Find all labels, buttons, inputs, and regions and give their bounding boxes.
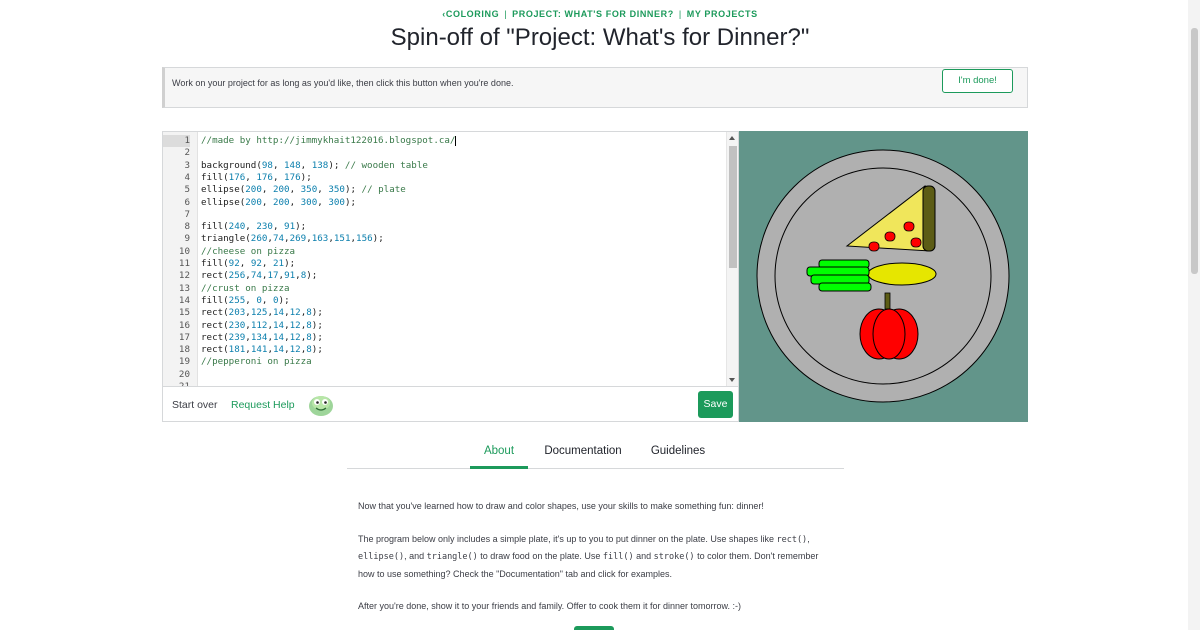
code-line[interactable]: 8 fill(240, 230, 91); xyxy=(163,221,723,233)
code-line[interactable]: 3 background(98, 148, 138); // wooden tab… xyxy=(163,160,723,172)
output-canvas[interactable] xyxy=(739,131,1028,422)
code-text[interactable]: rect(181,141,14,12,8); xyxy=(201,344,323,356)
scroll-up-icon[interactable] xyxy=(729,136,735,140)
scroll-down-icon[interactable] xyxy=(729,378,735,382)
breadcrumb-separator: | xyxy=(678,9,682,19)
code-rect: rect() xyxy=(776,534,808,545)
line-number: 14 xyxy=(178,294,190,306)
line-number: 1 xyxy=(163,135,190,148)
line-number: 4 xyxy=(184,171,190,183)
code-line[interactable]: 12 rect(256,74,17,91,8); xyxy=(163,270,723,282)
breadcrumb-item-coloring[interactable]: COLORING xyxy=(446,9,499,19)
about-paragraph-1: Now that you've learned how to draw and … xyxy=(358,501,764,511)
line-number: 16 xyxy=(178,319,190,331)
line-number: 13 xyxy=(178,282,190,294)
code-line[interactable]: 18 rect(181,141,14,12,8); xyxy=(163,344,723,356)
code-fill: fill() xyxy=(602,552,634,562)
editor-scrollbar-thumb[interactable] xyxy=(729,146,737,268)
request-help-button[interactable]: Request Help xyxy=(231,399,295,411)
code-text[interactable]: fill(240, 230, 91); xyxy=(201,221,306,233)
line-number: 18 xyxy=(178,344,190,356)
page-title: Spin-off of "Project: What's for Dinner?… xyxy=(390,24,810,51)
help-avatar-icon[interactable] xyxy=(307,392,335,418)
code-text[interactable]: fill(255, 0, 0); xyxy=(201,295,290,307)
done-bar-message: Work on your project for as long as you'… xyxy=(172,78,514,88)
tab-about[interactable]: About xyxy=(470,445,528,469)
code-text[interactable]: //crust on pizza xyxy=(201,283,290,295)
im-done-button[interactable]: I'm done! xyxy=(942,69,1013,93)
info-tabs: About Documentation Guidelines xyxy=(347,435,844,469)
code-line[interactable]: 4 fill(176, 176, 176); xyxy=(163,172,723,184)
next-button[interactable] xyxy=(574,626,614,630)
tab-guidelines[interactable]: Guidelines xyxy=(643,445,713,469)
code-line[interactable]: 11 fill(92, 92, 21); xyxy=(163,258,723,270)
line-number: 7 xyxy=(184,208,190,220)
dinner-drawing xyxy=(756,149,1010,403)
code-text[interactable]: //made by http://jimmykhait122016.blogsp… xyxy=(201,135,457,147)
breadcrumb-separator: | xyxy=(504,9,508,19)
editor-scrollbar[interactable] xyxy=(726,132,738,386)
line-number: 8 xyxy=(184,221,190,233)
page-scrollbar-thumb[interactable] xyxy=(1191,28,1198,274)
line-number: 12 xyxy=(178,270,190,282)
code-text[interactable]: rect(230,112,14,12,8); xyxy=(201,320,323,332)
code-line[interactable]: 16 rect(230,112,14,12,8); xyxy=(163,320,723,332)
save-button[interactable]: Save xyxy=(698,391,733,418)
code-text[interactable]: triangle(260,74,269,163,151,156); xyxy=(201,233,384,245)
code-line[interactable]: 13 //crust on pizza xyxy=(163,283,723,295)
code-line[interactable]: 17 rect(239,134,14,12,8); xyxy=(163,332,723,344)
text-cursor xyxy=(455,135,457,146)
code-editor: 1 //made by http://jimmykhait122016.blogs… xyxy=(162,131,739,422)
code-line[interactable]: 15 rect(203,125,14,12,8); xyxy=(163,307,723,319)
code-line[interactable]: 2 xyxy=(163,147,723,159)
code-stroke: stroke() xyxy=(653,552,695,562)
code-text[interactable]: background(98, 148, 138); // wooden tabl… xyxy=(201,160,428,172)
code-text[interactable]: rect(203,125,14,12,8); xyxy=(201,307,323,319)
line-number: 2 xyxy=(184,147,190,159)
line-number: 9 xyxy=(184,233,190,245)
page-scrollbar[interactable] xyxy=(1188,0,1200,630)
line-number: 19 xyxy=(178,356,190,368)
breadcrumb: ‹COLORING | PROJECT: WHAT'S FOR DINNER? | MY… xyxy=(0,9,1200,19)
code-line[interactable]: 1 //made by http://jimmykhait122016.blogs… xyxy=(163,135,723,148)
code-line[interactable]: 10 //cheese on pizza xyxy=(163,246,723,258)
line-number: 17 xyxy=(178,331,190,343)
line-number: 15 xyxy=(178,307,190,319)
breadcrumb-item-my-projects[interactable]: MY PROJECTS xyxy=(687,9,758,19)
code-triangle: triangle() xyxy=(426,552,478,562)
code-text[interactable]: ellipse(200, 200, 350, 350); // plate xyxy=(201,184,406,196)
code-line[interactable]: 5 ellipse(200, 200, 350, 350); // plate xyxy=(163,184,723,196)
breadcrumb-item-project[interactable]: PROJECT: WHAT'S FOR DINNER? xyxy=(512,9,674,19)
code-line[interactable]: 14 fill(255, 0, 0); xyxy=(163,295,723,307)
start-over-button[interactable]: Start over xyxy=(172,399,218,411)
code-text[interactable]: ellipse(200, 200, 300, 300); xyxy=(201,197,356,209)
about-panel: Now that you've learned how to draw and … xyxy=(358,498,828,630)
code-line[interactable]: 6 ellipse(200, 200, 300, 300); xyxy=(163,197,723,209)
code-text[interactable]: //cheese on pizza xyxy=(201,246,295,258)
code-line[interactable]: 9 triangle(260,74,269,163,151,156); xyxy=(163,233,723,245)
about-paragraph-2: The program below only includes a simple… xyxy=(358,533,819,579)
line-number: 10 xyxy=(178,245,190,257)
code-line[interactable]: 19 //pepperoni on pizza xyxy=(163,356,723,368)
line-number: 6 xyxy=(184,196,190,208)
code-text[interactable]: fill(176, 176, 176); xyxy=(201,172,312,184)
code-text[interactable]: rect(239,134,14,12,8); xyxy=(201,332,323,344)
code-line[interactable]: 20 xyxy=(163,369,723,381)
editor-footer: Start over Request Help Save xyxy=(163,386,739,422)
line-number: 5 xyxy=(184,184,190,196)
code-text[interactable]: //pepperoni on pizza xyxy=(201,356,312,368)
code-line[interactable]: 7 xyxy=(163,209,723,221)
code-text[interactable]: rect(256,74,17,91,8); xyxy=(201,270,317,282)
tab-documentation[interactable]: Documentation xyxy=(537,445,629,469)
about-paragraph-3: After you're done, show it to your frien… xyxy=(358,601,742,611)
line-number: 20 xyxy=(178,368,190,380)
line-number: 3 xyxy=(184,159,190,171)
line-number: 11 xyxy=(178,258,190,269)
done-bar: Work on your project for as long as you'… xyxy=(162,67,1028,108)
code-ellipse: ellipse() xyxy=(358,552,405,562)
code-text[interactable]: fill(92, 92, 21); xyxy=(201,258,295,270)
code-area[interactable]: 1 //made by http://jimmykhait122016.blogs… xyxy=(163,132,739,386)
